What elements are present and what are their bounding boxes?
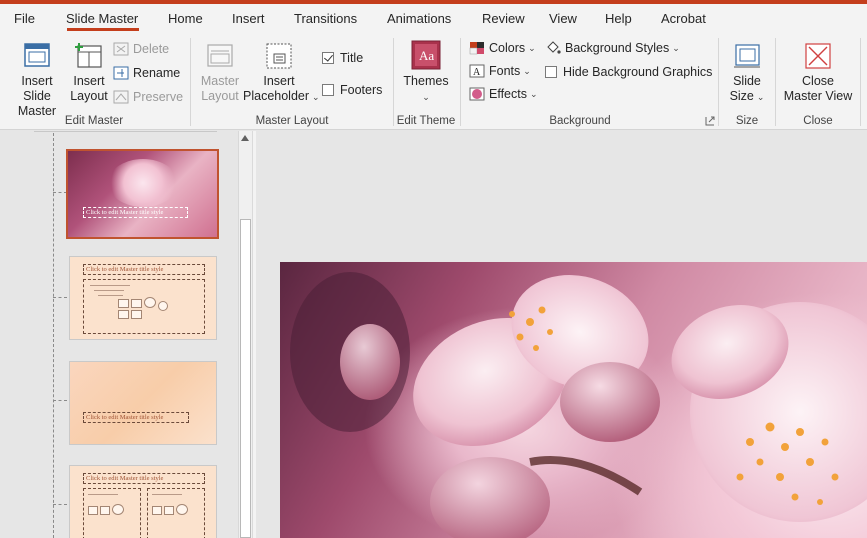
layout-thumbnail-title-content[interactable]: Click to edit Master title style	[69, 256, 217, 340]
thumbnail-scrollbar[interactable]	[238, 131, 252, 538]
fonts-icon: A	[469, 64, 485, 78]
chevron-down-icon: ⌄	[528, 42, 536, 53]
flower-graphic	[108, 159, 178, 207]
tab-file[interactable]: File	[14, 11, 35, 26]
group-label-size: Size	[735, 115, 759, 127]
thumb-title-placeholder: Click to edit Master title style	[83, 473, 205, 484]
paint-bucket-icon	[547, 41, 561, 54]
insert-placeholder-icon	[266, 43, 292, 69]
effects-button[interactable]: Effects ⌄	[469, 87, 538, 101]
master-layout-icon	[207, 44, 233, 67]
slide-master-thumbnail[interactable]: Click to edit Master title style	[66, 149, 219, 239]
thumb-title-placeholder: Click to edit Master title style	[83, 412, 189, 423]
group-separator	[460, 38, 461, 126]
ribbon-tabs: File Slide Master Home Insert Transition…	[0, 4, 867, 34]
ribbon: Insert Slide Master Insert Layout Delete…	[0, 34, 867, 130]
close-master-view-button[interactable]: Close Master View	[781, 42, 855, 104]
themes-button[interactable]: Aa Themes ⌄	[400, 40, 452, 105]
chevron-down-icon: ⌄	[672, 42, 680, 53]
colors-icon	[469, 42, 484, 55]
chevron-down-icon: ⌄	[523, 65, 531, 76]
tab-acrobat[interactable]: Acrobat	[661, 11, 706, 26]
group-label-close: Close	[803, 115, 833, 127]
background-styles-button[interactable]: Background Styles ⌄	[545, 41, 680, 55]
master-layout-button[interactable]: Master Layout	[199, 42, 241, 104]
rename-icon	[113, 66, 129, 80]
insert-slide-master-button[interactable]: Insert Slide Master	[6, 42, 68, 119]
title-checkbox[interactable]: Title	[322, 51, 363, 65]
hide-background-graphics-box	[545, 66, 557, 78]
insert-layout-button[interactable]: Insert Layout	[70, 42, 108, 104]
fonts-button[interactable]: A Fonts ⌄	[469, 64, 531, 78]
svg-text:Aa: Aa	[419, 48, 434, 63]
group-separator	[775, 38, 776, 126]
tab-view[interactable]: View	[549, 11, 577, 26]
layout-thumbnail-two-content[interactable]: Click to edit Master title style	[69, 465, 217, 538]
chevron-down-icon: ⌄	[529, 88, 538, 99]
tab-transitions[interactable]: Transitions	[294, 11, 357, 26]
group-separator	[860, 38, 861, 126]
insert-layout-icon	[75, 43, 102, 68]
rename-button[interactable]: Rename	[113, 66, 180, 80]
slide-size-button[interactable]: Slide Size ⌄	[725, 42, 769, 105]
chevron-down-icon: ⌄	[756, 92, 765, 102]
group-separator	[718, 38, 719, 126]
pane-divider	[34, 131, 217, 132]
title-checkbox-box	[322, 52, 334, 64]
svg-text:A: A	[473, 67, 481, 78]
layout-thumbnail-section-header[interactable]: Click to edit Master title style	[69, 361, 217, 445]
preserve-icon	[113, 90, 129, 104]
tab-insert[interactable]: Insert	[232, 11, 265, 26]
tab-animations[interactable]: Animations	[387, 11, 451, 26]
colors-button[interactable]: Colors ⌄	[469, 41, 536, 55]
tab-home[interactable]: Home	[168, 11, 203, 26]
footers-checkbox[interactable]: Footers	[322, 83, 382, 97]
delete-icon	[113, 42, 129, 56]
tree-branch	[53, 400, 67, 401]
insert-placeholder-button[interactable]: Insert Placeholder ⌄	[243, 42, 320, 105]
footers-checkbox-box	[322, 84, 334, 96]
tab-review[interactable]: Review	[482, 11, 525, 26]
slide-size-icon	[734, 44, 760, 68]
scroll-up-icon[interactable]	[241, 135, 249, 141]
group-label-edit-master: Edit Master	[64, 115, 124, 127]
insert-slide-master-icon	[24, 43, 50, 67]
tree-branch	[53, 504, 67, 505]
thumb-title-placeholder: Click to edit Master title style	[83, 264, 205, 275]
group-label-background: Background	[549, 115, 611, 127]
thumb-content-placeholder	[83, 279, 205, 334]
group-label-edit-theme: Edit Theme	[396, 115, 456, 127]
scrollbar-thumb[interactable]	[240, 219, 251, 538]
thumb-title-placeholder: Click to edit Master title style	[83, 207, 188, 218]
hide-background-graphics-checkbox[interactable]: Hide Background Graphics	[545, 65, 712, 79]
group-separator	[393, 38, 394, 126]
flower-background-image	[290, 272, 867, 538]
preserve-button[interactable]: Preserve	[113, 90, 183, 104]
tab-help[interactable]: Help	[605, 11, 632, 26]
dialog-launcher-icon[interactable]	[705, 116, 715, 126]
effects-icon	[469, 87, 485, 101]
slide-master-preview[interactable]	[280, 262, 867, 538]
group-separator	[190, 38, 191, 126]
slide-editing-canvas	[256, 131, 867, 538]
slide-thumbnail-pane: Click to edit Master title style Click t…	[0, 131, 238, 538]
tree-branch	[53, 297, 67, 298]
tree-connector	[53, 133, 54, 538]
tree-branch	[53, 192, 67, 193]
chevron-down-icon: ⌄	[422, 92, 430, 102]
close-icon	[805, 43, 831, 69]
group-label-master-layout: Master Layout	[255, 115, 329, 127]
active-tab-indicator	[67, 28, 139, 31]
chevron-down-icon: ⌄	[312, 92, 320, 102]
delete-button[interactable]: Delete	[113, 42, 169, 56]
tab-slide-master[interactable]: Slide Master	[66, 11, 138, 26]
themes-icon: Aa	[411, 40, 441, 70]
